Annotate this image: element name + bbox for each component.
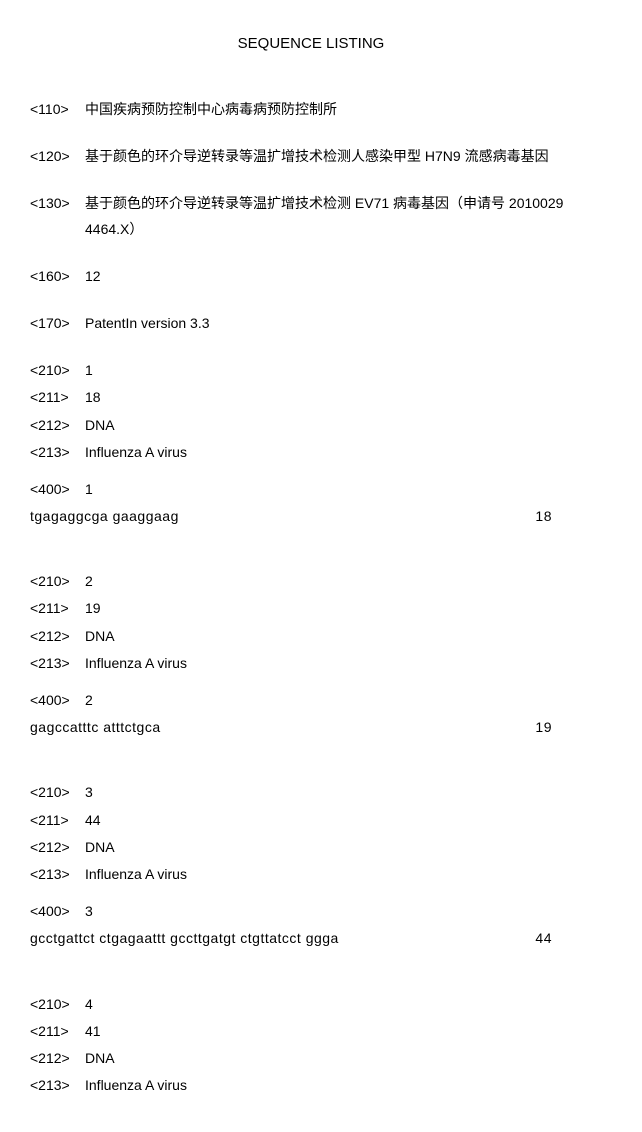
file-reference: 基于颜色的环介导逆转录等温扩增技术检测 EV71 病毒基因（申请号 201002… bbox=[85, 191, 592, 241]
number-of-sequences: 12 bbox=[85, 264, 592, 289]
tag-213: <213> bbox=[30, 651, 85, 676]
seq-organism-3: Influenza A virus bbox=[85, 862, 592, 887]
tag-211: <211> bbox=[30, 808, 85, 833]
tag-211: <211> bbox=[30, 1019, 85, 1044]
tag-212: <212> bbox=[30, 413, 85, 438]
seq-marker-1: 1 bbox=[85, 477, 592, 502]
tag-211: <211> bbox=[30, 385, 85, 410]
seq-id-3: 3 bbox=[85, 780, 592, 805]
tag-210: <210> bbox=[30, 780, 85, 805]
sequence-length-count-3: 44 bbox=[535, 926, 592, 951]
tag-212: <212> bbox=[30, 1046, 85, 1071]
sequence-data-3: gcctgattct ctgagaattt gccttgatgt ctgttat… bbox=[30, 926, 535, 951]
tag-400: <400> bbox=[30, 688, 85, 713]
tag-170: <170> bbox=[30, 311, 85, 336]
tag-211: <211> bbox=[30, 596, 85, 621]
sequence-data-2: gagccatttc atttctgca bbox=[30, 715, 535, 740]
tag-213: <213> bbox=[30, 862, 85, 887]
tag-212: <212> bbox=[30, 835, 85, 860]
tag-400: <400> bbox=[30, 899, 85, 924]
seq-length-4: 41 bbox=[85, 1019, 592, 1044]
seq-organism-1: Influenza A virus bbox=[85, 440, 592, 465]
seq-length-1: 18 bbox=[85, 385, 592, 410]
tag-120: <120> bbox=[30, 144, 85, 169]
seq-organism-4: Influenza A virus bbox=[85, 1073, 592, 1098]
seq-organism-2: Influenza A virus bbox=[85, 651, 592, 676]
sequence-listing-heading: SEQUENCE LISTING bbox=[30, 30, 592, 57]
tag-400: <400> bbox=[30, 477, 85, 502]
tag-213: <213> bbox=[30, 1073, 85, 1098]
seq-length-2: 19 bbox=[85, 596, 592, 621]
applicant-name: 中国疾病预防控制中心病毒病预防控制所 bbox=[85, 97, 592, 122]
sequence-length-count-2: 19 bbox=[535, 715, 592, 740]
seq-length-3: 44 bbox=[85, 808, 592, 833]
sequence-length-count-1: 18 bbox=[535, 504, 592, 529]
seq-type-2: DNA bbox=[85, 624, 592, 649]
tag-160: <160> bbox=[30, 264, 85, 289]
sequence-data-1: tgagaggcga gaaggaag bbox=[30, 504, 535, 529]
tag-110: <110> bbox=[30, 97, 85, 122]
tag-213: <213> bbox=[30, 440, 85, 465]
tag-210: <210> bbox=[30, 992, 85, 1017]
invention-title: 基于颜色的环介导逆转录等温扩增技术检测人感染甲型 H7N9 流感病毒基因 bbox=[85, 144, 592, 169]
tag-212: <212> bbox=[30, 624, 85, 649]
seq-type-1: DNA bbox=[85, 413, 592, 438]
seq-id-4: 4 bbox=[85, 992, 592, 1017]
seq-id-1: 1 bbox=[85, 358, 592, 383]
seq-marker-3: 3 bbox=[85, 899, 592, 924]
tag-210: <210> bbox=[30, 358, 85, 383]
seq-marker-2: 2 bbox=[85, 688, 592, 713]
software-version: PatentIn version 3.3 bbox=[85, 311, 592, 336]
seq-type-4: DNA bbox=[85, 1046, 592, 1071]
seq-id-2: 2 bbox=[85, 569, 592, 594]
tag-130: <130> bbox=[30, 191, 85, 241]
seq-type-3: DNA bbox=[85, 835, 592, 860]
tag-210: <210> bbox=[30, 569, 85, 594]
